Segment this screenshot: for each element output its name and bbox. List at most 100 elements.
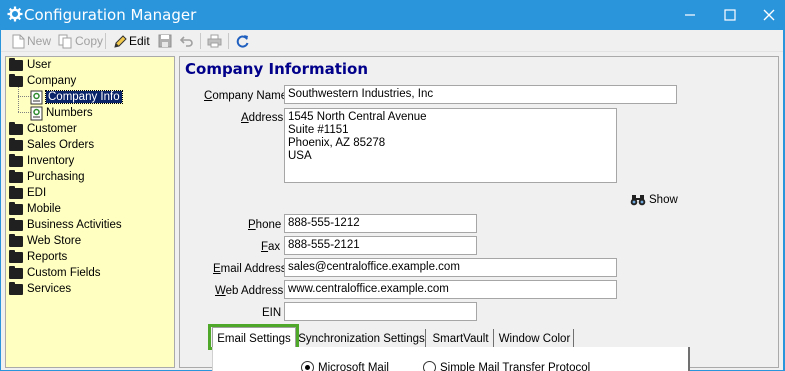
toolbar-separator — [105, 33, 106, 49]
undo-button[interactable] — [180, 33, 194, 49]
company-name-field[interactable]: Southwestern Industries, Inc — [284, 85, 677, 104]
window-title: Configuration Manager — [24, 6, 197, 24]
maximize-icon[interactable] — [723, 8, 737, 22]
new-button-label: New — [27, 34, 52, 48]
folder-icon — [9, 57, 23, 71]
main-window: New Copy Edit User Company Company Info … — [1, 30, 783, 371]
tree-item-web-store[interactable]: Web Store — [9, 233, 81, 249]
undo-icon — [180, 36, 193, 47]
radio-label: Simple Mail Transfer Protocol — [440, 361, 591, 371]
radio-microsoft-mail[interactable]: Microsoft Mail — [301, 361, 389, 371]
tree-item-label: Purchasing — [27, 171, 85, 183]
show-button-label: Show — [649, 194, 678, 206]
web-address-label: Web Address — [215, 285, 284, 297]
folder-icon — [9, 137, 23, 151]
toolbar-separator — [200, 33, 201, 49]
tree-item-label: Customer — [27, 123, 77, 135]
radio-selected-icon — [301, 361, 314, 371]
title-bar: Configuration Manager — [0, 0, 785, 30]
folder-icon — [9, 185, 23, 199]
print-button[interactable] — [207, 33, 222, 49]
tree-item-custom-fields[interactable]: Custom Fields — [9, 265, 101, 281]
fax-label: Fax — [261, 241, 281, 253]
radio-unselected-icon — [423, 361, 436, 371]
tree-item-label: Inventory — [27, 155, 75, 167]
tree-item-label: Company Info — [45, 90, 123, 104]
copy-button-label: Copy — [75, 34, 104, 48]
address-label: Address — [241, 112, 284, 124]
phone-label: Phone — [248, 219, 282, 231]
folder-icon — [9, 153, 23, 167]
tree-item-sales-orders[interactable]: Sales Orders — [9, 137, 94, 153]
minimize-icon[interactable] — [683, 8, 697, 22]
tree-item-label: Mobile — [27, 203, 61, 215]
tree-item-label: Services — [27, 283, 72, 295]
tab-smartvault[interactable]: SmartVault — [428, 329, 494, 349]
edit-button[interactable]: Edit — [113, 33, 150, 49]
tree-item-business-activities[interactable]: Business Activities — [9, 217, 122, 233]
save-button[interactable] — [158, 33, 172, 49]
ein-label: EIN — [262, 307, 282, 319]
tree-item-mobile[interactable]: Mobile — [9, 201, 61, 217]
tree-item-user[interactable]: User — [9, 57, 51, 73]
new-button[interactable]: New — [12, 33, 51, 49]
tree-item-reports[interactable]: Reports — [9, 249, 67, 265]
tab-synchronization-settings[interactable]: Synchronization Settings — [298, 329, 426, 349]
folder-icon — [9, 233, 23, 247]
folder-icon — [9, 121, 23, 135]
show-map-button[interactable]: Show — [630, 194, 678, 206]
tree-item-purchasing[interactable]: Purchasing — [9, 169, 85, 185]
folder-icon — [9, 217, 23, 231]
tree-item-inventory[interactable]: Inventory — [9, 153, 74, 169]
settings-document-icon — [30, 106, 43, 120]
ein-field[interactable] — [284, 302, 477, 321]
save-icon — [158, 34, 172, 48]
tree-item-label: Reports — [27, 251, 68, 263]
address-field[interactable]: 1545 North Central Avenue Suite #1151 Ph… — [284, 108, 617, 183]
copy-icon — [58, 34, 72, 48]
tree-item-company-info[interactable]: Company Info — [30, 89, 123, 105]
navigation-tree: User Company Company Info Numbers Custom… — [5, 56, 175, 368]
tree-item-label: Sales Orders — [27, 139, 95, 151]
folder-icon — [9, 281, 23, 295]
tree-item-services[interactable]: Services — [9, 281, 71, 297]
tree-item-edi[interactable]: EDI — [9, 185, 46, 201]
settings-document-icon — [30, 90, 43, 104]
company-info-panel: Company Information Company Name Southwe… — [179, 56, 779, 371]
tree-item-label: User — [27, 59, 52, 71]
page-title: Company Information — [185, 60, 369, 78]
edit-button-label: Edit — [129, 34, 150, 48]
phone-field[interactable]: 888-555-1212 — [284, 214, 477, 233]
printer-icon — [207, 34, 222, 48]
binoculars-icon — [630, 195, 646, 206]
radio-smtp[interactable]: Simple Mail Transfer Protocol — [423, 361, 590, 371]
tab-window-color[interactable]: Window Color — [496, 329, 574, 349]
refresh-icon — [236, 34, 249, 47]
tree-item-customer[interactable]: Customer — [9, 121, 77, 137]
tree-item-label: Web Store — [27, 235, 82, 247]
close-icon[interactable] — [762, 8, 776, 22]
tree-item-numbers[interactable]: Numbers — [30, 105, 93, 121]
tree-item-company[interactable]: Company — [9, 73, 76, 89]
tree-item-label: EDI — [27, 187, 47, 199]
email-address-field[interactable]: sales@centraloffice.example.com — [284, 258, 617, 277]
tree-item-label: Business Activities — [27, 219, 122, 231]
tree-item-label: Custom Fields — [27, 267, 101, 279]
new-document-icon — [12, 34, 25, 48]
folder-icon — [9, 265, 23, 279]
folder-icon — [9, 169, 23, 183]
radio-label: Microsoft Mail — [318, 361, 389, 371]
toolbar: New Copy Edit — [1, 30, 783, 52]
company-name-label: Company Name — [204, 90, 288, 102]
gear-icon — [7, 6, 23, 22]
tree-item-label: Company — [27, 75, 77, 87]
pencil-icon — [114, 34, 127, 48]
folder-icon — [9, 249, 23, 263]
copy-button[interactable]: Copy — [58, 33, 103, 49]
refresh-button[interactable] — [235, 33, 250, 49]
web-address-field[interactable]: www.centraloffice.example.com — [284, 280, 617, 299]
toolbar-separator — [228, 33, 229, 49]
tree-item-label: Numbers — [46, 107, 93, 119]
email-address-label: Email Address — [213, 263, 287, 275]
fax-field[interactable]: 888-555-2121 — [284, 236, 477, 255]
